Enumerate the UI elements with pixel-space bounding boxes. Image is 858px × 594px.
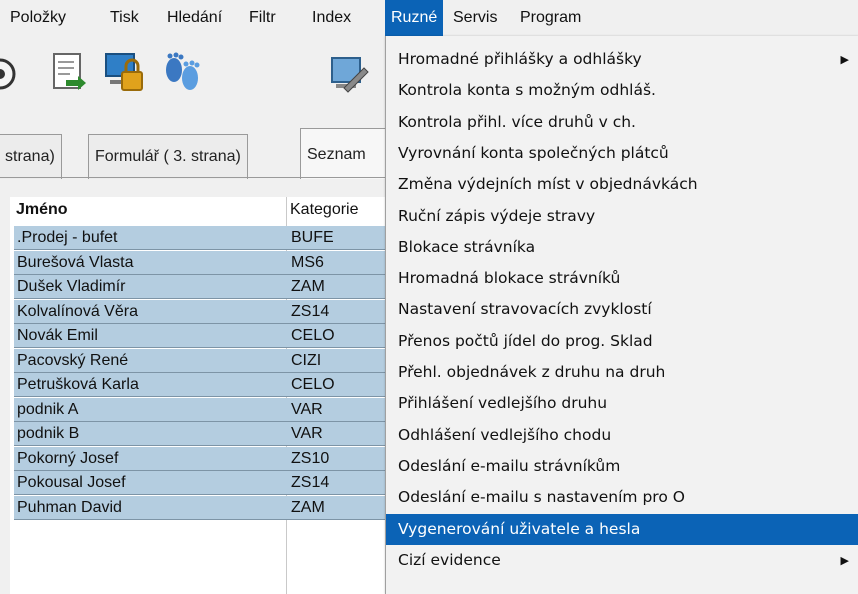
toolbar xyxy=(0,36,385,116)
menu-item-label: Kontrola přihl. více druhů v ch. xyxy=(398,112,636,131)
cell-jmeno[interactable]: Pokorný Josef xyxy=(14,446,288,471)
menu-item[interactable]: Ruční zápis výdeje stravy xyxy=(386,201,858,232)
cell-jmeno[interactable]: Puhman David xyxy=(14,495,288,520)
cell-kategorie[interactable]: CIZI xyxy=(288,348,385,373)
menu-item[interactable]: Změna výdejních míst v objednávkách xyxy=(386,169,858,200)
table-row[interactable]: Pacovský René CIZI xyxy=(10,348,385,374)
menu-item-label: Ruční zápis výdeje stravy xyxy=(398,206,596,225)
cell-kategorie[interactable]: BUFE xyxy=(288,226,385,250)
menu-item-label: Cizí evidence xyxy=(398,550,501,569)
menu-item-label: Odeslání e-mailu s nastavením pro O xyxy=(398,488,685,507)
cell-kategorie[interactable]: ZAM xyxy=(288,275,385,299)
submenu-arrow-icon: ▶ xyxy=(840,553,849,567)
cell-jmeno[interactable]: podnik B xyxy=(14,422,288,446)
cell-jmeno[interactable]: Novák Emil xyxy=(14,324,288,348)
cell-jmeno[interactable]: Dušek Vladimír xyxy=(14,275,288,299)
cell-jmeno[interactable]: Petrušková Karla xyxy=(14,373,288,397)
menu-item[interactable]: Přihlášení vedlejšího druhu xyxy=(386,388,858,419)
ruzne-dropdown-menu: Hromadné přihlášky a odhlášky ▶ Kontrola k… xyxy=(385,36,858,594)
menu-filtr[interactable]: Filtr xyxy=(243,0,282,36)
menu-item-label: Přihlášení vedlejšího druhu xyxy=(398,394,608,413)
menu-item[interactable]: Hromadné přihlášky a odhlášky ▶ xyxy=(386,44,858,75)
menu-item-label: Vygenerování uživatele a hesla xyxy=(398,519,641,538)
menu-item-label: Odhlášení vedlejšího chodu xyxy=(398,425,612,444)
cell-jmeno[interactable]: .Prodej - bufet xyxy=(14,226,288,250)
grid-header: Jméno Kategorie xyxy=(10,197,385,225)
menu-item-label: Kontrola konta s možným odhláš. xyxy=(398,81,656,100)
tab-baseline xyxy=(0,177,385,178)
cell-jmeno[interactable]: Kolvalínová Věra xyxy=(14,299,288,324)
menu-hledani[interactable]: Hledání xyxy=(161,0,228,36)
menu-polozky[interactable]: Položky xyxy=(4,0,72,36)
menu-item-label: Hromadná blokace strávníků xyxy=(398,269,621,288)
footprints-icon[interactable] xyxy=(160,50,204,94)
table-row[interactable]: Petrušková Karla CELO xyxy=(10,373,385,398)
lock-computer-icon[interactable] xyxy=(102,50,146,94)
cell-kategorie[interactable]: VAR xyxy=(288,397,385,422)
cell-jmeno[interactable]: podnik A xyxy=(14,397,288,422)
tab-formular-3[interactable]: Formulář ( 3. strana) xyxy=(88,134,248,179)
menu-item[interactable]: Hromadná blokace strávníků xyxy=(386,263,858,294)
menu-item-label: Změna výdejních míst v objednávkách xyxy=(398,175,698,194)
menu-item[interactable]: Odhlášení vedlejšího chodu xyxy=(386,420,858,451)
submenu-arrow-icon: ▶ xyxy=(840,53,849,66)
menu-item[interactable]: Blokace strávníka xyxy=(386,232,858,263)
table-row[interactable]: Novák Emil CELO xyxy=(10,324,385,349)
menu-servis[interactable]: Servis xyxy=(447,0,503,36)
cell-kategorie[interactable]: ZS14 xyxy=(288,471,385,495)
menu-item-label: Nastavení stravovacích zvyklostí xyxy=(398,300,652,319)
table-row[interactable]: .Prodej - bufet BUFE xyxy=(10,226,385,251)
menu-item[interactable]: Kontrola přihl. více druhů v ch. xyxy=(386,107,858,138)
tab-strip: strana) Formulář ( 3. strana) Seznam xyxy=(0,124,393,194)
menu-tisk[interactable]: Tisk xyxy=(104,0,145,36)
menu-item[interactable]: Nastavení stravovacích zvyklostí xyxy=(386,294,858,325)
menubar: Položky Tisk Hledání Filtr Index Ruzné S… xyxy=(0,0,858,36)
table-row[interactable]: Pokorný Josef ZS10 xyxy=(10,446,385,472)
tab-seznam[interactable]: Seznam xyxy=(300,128,393,179)
column-header-jmeno[interactable]: Jméno xyxy=(16,201,68,219)
menu-item[interactable]: Přenos počtů jídel do prog. Sklad xyxy=(386,326,858,357)
menu-item[interactable]: Vygenerování uživatele a hesla xyxy=(386,513,858,545)
records-grid[interactable]: Jméno Kategorie .Prodej - bufet BUFE Bureš… xyxy=(10,197,385,594)
cell-kategorie[interactable]: ZS10 xyxy=(288,446,385,471)
menu-program[interactable]: Program xyxy=(514,0,587,36)
cell-jmeno[interactable]: Burešová Vlasta xyxy=(14,250,288,275)
tab-strana[interactable]: strana) xyxy=(0,134,62,179)
menu-item-label: Hromadné přihlášky a odhlášky xyxy=(398,50,642,68)
cell-kategorie[interactable]: CELO xyxy=(288,373,385,397)
menu-item-label: Blokace strávníka xyxy=(398,237,536,256)
menu-item-label: Odeslání e-mailu strávníkům xyxy=(398,456,621,475)
menu-item[interactable]: Cizí evidence ▶ xyxy=(386,545,858,576)
column-header-kategorie[interactable]: Kategorie xyxy=(290,201,359,219)
table-row[interactable]: Pokousal Josef ZS14 xyxy=(10,471,385,496)
table-row[interactable]: podnik B VAR xyxy=(10,422,385,447)
cell-jmeno[interactable]: Pacovský René xyxy=(14,348,288,373)
table-row[interactable]: Dušek Vladimír ZAM xyxy=(10,275,385,300)
cell-kategorie[interactable]: ZS14 xyxy=(288,299,385,324)
menu-item-label: Vyrovnání konta společných plátců xyxy=(398,143,669,162)
cell-kategorie[interactable]: CELO xyxy=(288,324,385,348)
partial-icon[interactable] xyxy=(0,50,22,94)
cell-kategorie[interactable]: VAR xyxy=(288,422,385,446)
cell-jmeno[interactable]: Pokousal Josef xyxy=(14,471,288,495)
menu-item[interactable]: Přehl. objednávek z druhu na druh xyxy=(386,357,858,388)
cell-kategorie[interactable]: MS6 xyxy=(288,250,385,275)
menu-item[interactable]: Vyrovnání konta společných plátců xyxy=(386,138,858,169)
menu-item-label: Přehl. objednávek z druhu na druh xyxy=(398,363,666,381)
tools-icon[interactable] xyxy=(326,50,370,94)
menu-item[interactable]: Odeslání e-mailu s nastavením pro O xyxy=(386,482,858,513)
menu-ruzne[interactable]: Ruzné xyxy=(385,0,443,36)
cell-kategorie[interactable]: ZAM xyxy=(288,495,385,520)
table-row[interactable]: Kolvalínová Věra ZS14 xyxy=(10,299,385,325)
menu-index[interactable]: Index xyxy=(306,0,357,36)
menu-item[interactable]: Odeslání e-mailu strávníkům xyxy=(386,451,858,482)
table-row[interactable]: podnik A VAR xyxy=(10,397,385,423)
table-row[interactable]: Burešová Vlasta MS6 xyxy=(10,250,385,276)
document-import-icon[interactable] xyxy=(46,50,90,94)
menu-item-label: Přenos počtů jídel do prog. Sklad xyxy=(398,331,653,350)
table-row[interactable]: Puhman David ZAM xyxy=(10,495,385,521)
menu-item[interactable]: Kontrola konta s možným odhláš. xyxy=(386,75,858,106)
